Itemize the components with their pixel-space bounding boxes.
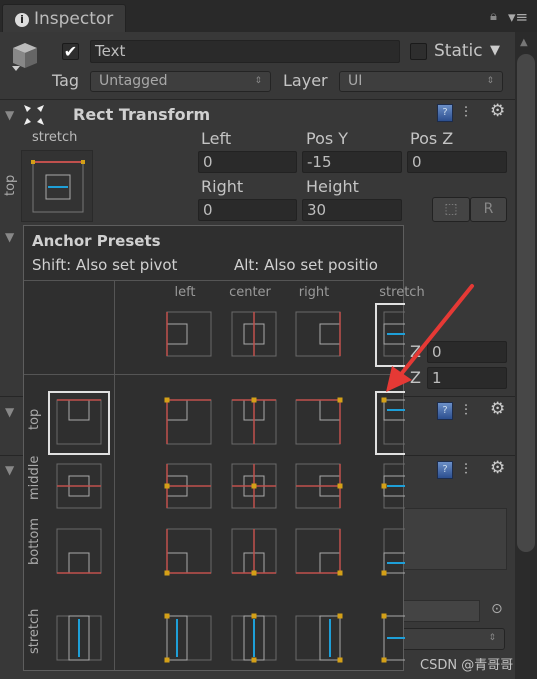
foldout-triangle-icon[interactable]: ▼ xyxy=(5,463,14,477)
layer-dropdown[interactable]: UI ⇕ xyxy=(339,71,503,92)
pos-z-input[interactable]: 0 xyxy=(407,151,507,173)
preset-icon[interactable]: ⫶ xyxy=(464,103,468,121)
anchor-preset-bottom-left[interactable] xyxy=(164,528,212,576)
name-input[interactable]: Text xyxy=(90,40,400,63)
anchor-preset-bottom-none[interactable] xyxy=(56,528,102,574)
pos-y-label: Pos Y xyxy=(306,129,349,148)
height-label: Height xyxy=(306,177,359,196)
info-icon: i xyxy=(15,13,29,27)
anchor-preset-top-center[interactable] xyxy=(231,397,277,445)
static-dropdown-icon[interactable]: ▼ xyxy=(490,43,500,58)
static-label: Static xyxy=(434,41,483,61)
preset-icon[interactable]: ⫶ xyxy=(464,460,468,478)
foldout-triangle-icon[interactable]: ▼ xyxy=(5,405,14,419)
tab-inspector[interactable]: i Inspector xyxy=(2,4,126,32)
scrollbar-thumb[interactable] xyxy=(517,54,535,552)
anchor-preset-top-none[interactable] xyxy=(48,391,110,455)
watermark: CSDN @青哥哥 xyxy=(420,658,514,673)
component-title: Rect Transform xyxy=(73,105,211,124)
help-icon[interactable]: ? xyxy=(437,461,453,479)
anchor-preset-middle-none[interactable] xyxy=(56,463,102,509)
foldout-triangle-icon[interactable]: ▼ xyxy=(5,108,14,122)
row-label-stretch: stretch xyxy=(27,608,42,654)
right-input[interactable]: 0 xyxy=(198,199,297,221)
raw-edit-button[interactable]: R xyxy=(470,197,507,222)
column-label-right: right xyxy=(298,285,330,300)
help-icon[interactable]: ? xyxy=(437,104,453,122)
rect-transform-icon xyxy=(22,103,46,131)
row-label-top: top xyxy=(27,408,42,430)
anchor-preset-top-stretch[interactable] xyxy=(375,391,405,455)
help-icon[interactable]: ? xyxy=(437,402,453,420)
blueprint-mode-button[interactable]: ⬚ xyxy=(432,197,470,222)
anchor-v-label: top xyxy=(3,174,18,196)
anchor-presets-popup: Anchor Presets Shift: Also set pivot Alt… xyxy=(23,225,425,671)
anchor-preset-middle-right[interactable] xyxy=(295,463,343,509)
anchor-preset-top-left[interactable] xyxy=(164,397,212,445)
row-label-bottom: bottom xyxy=(27,517,42,565)
anchor-preset-none-center[interactable] xyxy=(231,311,277,357)
anchor-preset-middle-center[interactable] xyxy=(231,463,277,509)
anchor-preset-bottom-center[interactable] xyxy=(231,528,277,576)
dropdown[interactable]: ⇕ xyxy=(395,628,505,650)
foldout-triangle-icon[interactable]: ▼ xyxy=(5,230,14,244)
menu-icon[interactable]: ▾≡ xyxy=(508,8,528,26)
gameobject-cube-icon[interactable] xyxy=(10,40,40,71)
anchor-preset-bottom-stretch[interactable] xyxy=(381,528,406,576)
anchor-preset-middle-left[interactable] xyxy=(164,463,212,509)
anchor-preset-none-right[interactable] xyxy=(295,311,341,357)
height-input[interactable]: 30 xyxy=(302,199,402,221)
updown-icon: ⇕ xyxy=(486,76,494,86)
object-field[interactable] xyxy=(395,600,480,622)
anchor-preset-stretch-center[interactable] xyxy=(231,613,277,663)
anchor-preset-stretch-left[interactable] xyxy=(164,613,212,663)
left-label: Left xyxy=(201,129,232,148)
anchor-preset-stretch-none[interactable] xyxy=(56,615,102,661)
tag-dropdown[interactable]: Untagged ⇕ xyxy=(90,71,271,92)
right-label: Right xyxy=(201,177,244,196)
column-label-center: center xyxy=(229,285,271,300)
updown-icon: ⇕ xyxy=(488,633,496,643)
anchor-preset-middle-stretch[interactable] xyxy=(381,463,406,509)
anchor-preset-none-left[interactable] xyxy=(166,311,212,357)
gear-icon[interactable]: ⚙ xyxy=(490,458,505,478)
anchor-preset-bottom-right[interactable] xyxy=(295,528,343,576)
gear-icon[interactable]: ⚙ xyxy=(490,101,505,121)
anchor-preset-top-right[interactable] xyxy=(295,397,343,445)
object-picker-icon[interactable]: ⊙ xyxy=(491,601,503,617)
anchor-preset-stretch-right[interactable] xyxy=(295,613,343,663)
left-input[interactable]: 0 xyxy=(198,151,297,173)
active-checkbox[interactable]: ✔ xyxy=(62,43,79,60)
annotation-arrow xyxy=(386,284,474,392)
layer-label: Layer xyxy=(283,71,328,90)
anchor-presets-button[interactable] xyxy=(21,150,93,222)
pos-z-label: Pos Z xyxy=(410,129,454,148)
pos-y-input[interactable]: -15 xyxy=(302,151,402,173)
column-label-left: left xyxy=(174,285,196,300)
static-checkbox[interactable] xyxy=(410,43,427,60)
lock-icon[interactable]: 🔒︎ xyxy=(490,9,497,24)
updown-icon: ⇕ xyxy=(254,76,262,86)
scrollbar[interactable]: ▲ xyxy=(515,32,537,679)
row-label-middle: middle xyxy=(27,455,42,500)
text-area[interactable] xyxy=(395,508,507,570)
gear-icon[interactable]: ⚙ xyxy=(490,399,505,419)
tag-label: Tag xyxy=(52,71,80,90)
anchor-h-label: stretch xyxy=(32,130,78,145)
anchor-preset-stretch-stretch[interactable] xyxy=(381,613,406,663)
preset-icon[interactable]: ⫶ xyxy=(464,401,468,419)
